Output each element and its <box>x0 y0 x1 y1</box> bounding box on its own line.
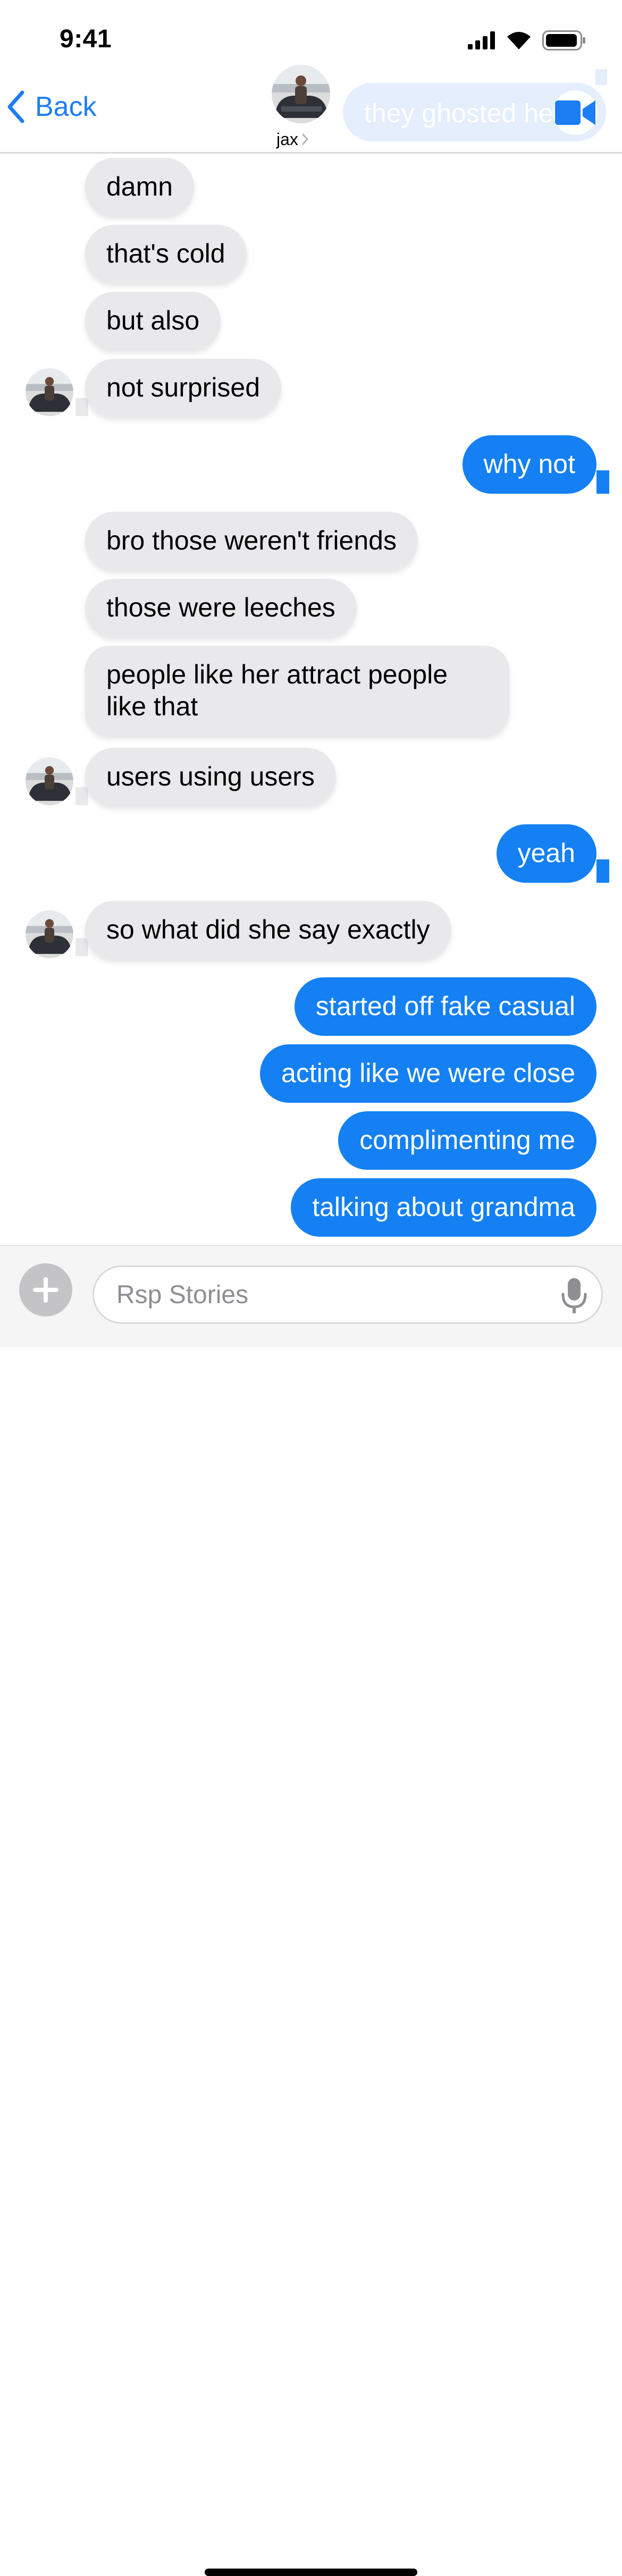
battery-icon <box>542 30 585 50</box>
video-camera-icon <box>555 100 595 125</box>
microphone-icon <box>561 1278 587 1313</box>
chat-header: Back jax they ghosted her <box>0 58 622 154</box>
outgoing-message[interactable]: yeah <box>496 824 596 883</box>
incoming-bubble-tail <box>75 938 88 956</box>
contact-avatar[interactable] <box>272 65 330 123</box>
wifi-icon <box>507 32 531 49</box>
incoming-bubble-tail <box>75 787 88 805</box>
incoming-message[interactable]: so what did she say exactly <box>85 901 451 959</box>
incoming-message[interactable]: that's cold <box>85 225 247 283</box>
incoming-message[interactable]: damn <box>85 158 195 216</box>
message-composer <box>0 1245 622 2576</box>
back-label: Back <box>35 91 97 122</box>
plus-icon <box>33 1277 58 1303</box>
incoming-bubble-tail <box>75 398 88 416</box>
chevron-right-icon <box>302 133 308 145</box>
overlay-message-text: they ghosted her <box>364 98 562 128</box>
incoming-message[interactable]: users using users <box>85 748 336 806</box>
incoming-message[interactable]: but also <box>85 292 221 350</box>
avatar-photo <box>272 65 330 123</box>
add-attachment-button[interactable] <box>19 1263 72 1316</box>
incoming-message[interactable]: people like her attract people like that <box>85 646 509 736</box>
microphone-button[interactable] <box>558 1276 590 1316</box>
outgoing-message[interactable]: talking about grandma <box>291 1178 596 1237</box>
avatar-photo <box>26 910 73 958</box>
incoming-message[interactable]: those were leeches <box>85 579 357 637</box>
cellular-signal-icon <box>468 31 495 49</box>
outgoing-message[interactable]: why not <box>462 435 596 494</box>
outgoing-message[interactable]: acting like we were close <box>259 1044 596 1103</box>
outgoing-bubble-tail <box>596 859 609 883</box>
status-icons <box>468 30 586 51</box>
contact-avatar[interactable] <box>26 368 73 416</box>
home-indicator <box>205 2569 417 2576</box>
contact-name: jax <box>276 130 298 149</box>
contact-avatar[interactable] <box>26 910 73 958</box>
contact-avatar[interactable] <box>26 757 73 805</box>
video-call-button[interactable] <box>553 90 598 135</box>
incoming-message[interactable]: not surprised <box>85 359 282 417</box>
incoming-message[interactable]: bro those weren't friends <box>85 512 418 570</box>
contact-name-button[interactable]: jax <box>276 130 309 149</box>
avatar-photo <box>26 368 73 416</box>
outgoing-message[interactable]: complimenting me <box>338 1111 596 1170</box>
status-time: 9:41 <box>60 25 112 53</box>
overlay-bubble-tail <box>595 69 607 85</box>
message-input[interactable] <box>93 1265 603 1324</box>
outgoing-bubble-tail <box>596 470 609 494</box>
chevron-left-icon <box>7 90 24 123</box>
avatar-photo <box>26 757 73 805</box>
back-button[interactable]: Back <box>6 90 97 123</box>
outgoing-message[interactable]: started off fake casual <box>294 977 596 1036</box>
message-list: damn that's cold but also not surprised … <box>0 154 622 1245</box>
